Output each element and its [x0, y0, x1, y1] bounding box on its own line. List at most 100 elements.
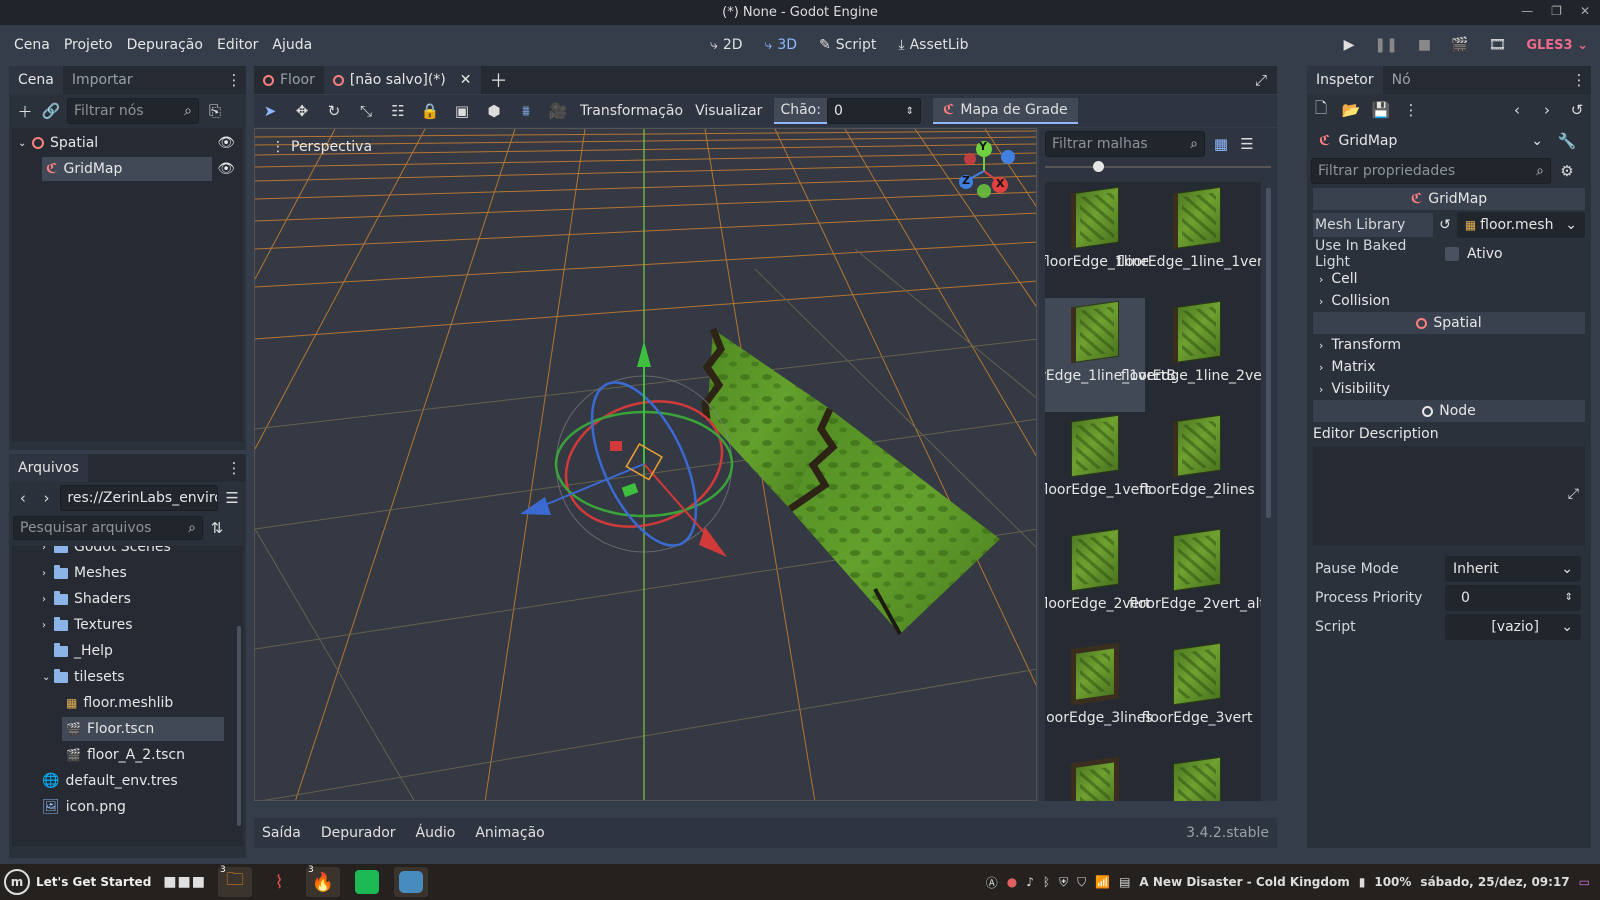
file-floor-meshlib[interactable]: ▦ floor.meshlib: [12, 690, 243, 716]
add-node-icon[interactable]: ＋: [15, 101, 35, 121]
bluetooth-icon[interactable]: ᛒ: [1043, 875, 1050, 889]
tab-floor-scene[interactable]: Floor: [254, 66, 324, 94]
link-icon[interactable]: 🔗: [41, 101, 61, 121]
tab-unsaved-scene[interactable]: [não salvo](*) ✕: [323, 66, 481, 94]
tab-output[interactable]: Saída: [262, 825, 301, 841]
property-settings-icon[interactable]: ⚙: [1557, 161, 1577, 181]
folder-textures[interactable]: › Textures: [12, 612, 243, 638]
more-icon[interactable]: ⋮: [1401, 100, 1421, 120]
list-view-icon[interactable]: ☰: [1237, 134, 1257, 154]
expand-arrow-icon[interactable]: ›: [42, 594, 54, 605]
menu-project[interactable]: Projeto: [57, 37, 120, 53]
tab-inspector[interactable]: Inspetor: [1307, 66, 1383, 94]
view-menu[interactable]: Visualizar: [695, 103, 762, 119]
workspace-3d-button[interactable]: ⤷ 3D: [765, 37, 798, 53]
path-input[interactable]: res://ZerinLabs_enviro: [60, 485, 219, 511]
camera-icon[interactable]: 🎥: [548, 101, 568, 121]
filter-properties-input[interactable]: Filtrar propriedades ⌕: [1311, 158, 1551, 184]
battery-icon[interactable]: ▮: [1359, 875, 1366, 889]
sort-icon[interactable]: ⇅: [207, 518, 227, 538]
menu-debug[interactable]: Depuração: [120, 37, 210, 53]
workspace-assetlib-button[interactable]: ⤓ AssetLib: [898, 37, 968, 53]
fullscreen-icon[interactable]: ⤢: [1251, 70, 1271, 90]
tab-node[interactable]: Nó: [1383, 66, 1420, 94]
folder-tilesets[interactable]: ⌄ tilesets: [12, 664, 243, 690]
back-icon[interactable]: ‹: [13, 488, 33, 508]
keyboard-layout-icon[interactable]: Ⓐ: [986, 874, 998, 891]
filter-meshes-input[interactable]: Filtrar malhas ⌕: [1045, 131, 1205, 157]
vpn-icon[interactable]: ⛉: [1077, 875, 1086, 890]
tab-debugger[interactable]: Depurador: [321, 825, 396, 841]
mesh-item[interactable]: floorEdge_2lines: [1139, 412, 1255, 526]
steam-icon[interactable]: ♪: [1026, 875, 1034, 889]
file-floor-a2-tscn[interactable]: 🎬 floor_A_2.tscn: [12, 742, 243, 768]
dock-menu-icon[interactable]: ⋮: [224, 458, 244, 478]
file-floor-tscn[interactable]: 🎬 Floor.tscn: [12, 716, 243, 742]
baked-light-checkbox[interactable]: Ativo: [1445, 246, 1503, 262]
object-selector[interactable]: ℭ GridMap ⌄: [1311, 128, 1551, 154]
file-tree-scrollbar[interactable]: [237, 626, 241, 826]
group-icon[interactable]: ▣: [452, 101, 472, 121]
start-menu-button[interactable]: m Let's Get Started: [0, 869, 151, 895]
mesh-item[interactable]: floorEdge_1vert: [1045, 412, 1151, 526]
move-tool-icon[interactable]: ✥: [292, 101, 312, 121]
filter-nodes-input[interactable]: Filtrar nós ⌕: [67, 98, 199, 124]
new-tab-icon[interactable]: ＋: [489, 70, 509, 92]
revert-icon[interactable]: ↺: [1439, 217, 1451, 233]
expand-arrow-icon[interactable]: ›: [42, 546, 54, 553]
forward-icon[interactable]: ›: [37, 488, 57, 508]
dock-menu-icon[interactable]: ⋮: [224, 70, 244, 90]
shield-icon[interactable]: ⛨: [1059, 875, 1068, 890]
history-forward-icon[interactable]: ›: [1537, 100, 1557, 120]
pause-icon[interactable]: ❚❚: [1374, 37, 1397, 53]
expand-arrow-icon[interactable]: ›: [42, 568, 54, 579]
taskbar-files-app[interactable]: 3 🗀: [217, 865, 252, 897]
mesh-item-selected[interactable]: floorEdge_1line_1vertB: [1045, 298, 1176, 412]
folder-meshes[interactable]: › Meshes: [12, 560, 243, 586]
editor-description-textarea[interactable]: ⤢: [1313, 446, 1585, 546]
scale-tool-icon[interactable]: ⤡: [356, 101, 376, 121]
mesh-item[interactable]: floorEdge_1line_1vertA: [1116, 184, 1261, 298]
grid-view-icon[interactable]: ▦: [1211, 134, 1231, 154]
mesh-item[interactable]: floorEdge_2vert_alt: [1129, 526, 1261, 640]
zoom-slider-handle[interactable]: [1093, 161, 1104, 172]
menu-help[interactable]: Ajuda: [265, 37, 319, 53]
process-priority-spinbox[interactable]: 0 ⇕: [1445, 584, 1581, 611]
script-selector[interactable]: [vazio] ⌄: [1445, 613, 1581, 640]
new-resource-icon[interactable]: 🗋: [1311, 99, 1331, 120]
tree-node-gridmap[interactable]: ℭ GridMap 👁: [12, 156, 243, 182]
mesh-grid-scrollbar[interactable]: [1266, 188, 1271, 518]
play-scene-icon[interactable]: 🎬: [1451, 37, 1468, 53]
file-icon-png[interactable]: 🖼 icon.png: [12, 794, 243, 820]
renderer-selector[interactable]: GLES3 ⌄: [1526, 38, 1588, 53]
transform-menu[interactable]: Transformação: [580, 103, 683, 119]
dock-menu-icon[interactable]: ⋮: [1569, 70, 1589, 90]
expand-icon[interactable]: ⤢: [1568, 486, 1579, 502]
spin-arrows-icon[interactable]: ⇕: [906, 106, 914, 117]
menu-scene[interactable]: Cena: [7, 37, 57, 53]
history-back-icon[interactable]: ‹: [1507, 100, 1527, 120]
wifi-icon[interactable]: 📶: [1095, 875, 1110, 889]
snap-icon[interactable]: ⩩: [516, 101, 536, 121]
local-space-icon[interactable]: ⬢: [484, 101, 504, 121]
folder-godot-scenes[interactable]: › Godot Scenes: [12, 546, 243, 560]
maximize-icon[interactable]: ❐: [1551, 4, 1562, 18]
tab-scene[interactable]: Cena: [9, 66, 63, 94]
save-icon[interactable]: 💾: [1371, 100, 1391, 120]
view-gizmo[interactable]: Y X Z: [956, 140, 1020, 201]
open-folder-icon[interactable]: 📂: [1341, 100, 1361, 120]
collapse-arrow-icon[interactable]: ⌄: [42, 672, 54, 683]
workspace-script-button[interactable]: ✎ Script: [819, 37, 876, 53]
update-icon[interactable]: ●: [1007, 875, 1017, 889]
tab-audio[interactable]: Áudio: [416, 825, 456, 841]
floor-spinbox[interactable]: 0 ⇕: [826, 98, 921, 124]
collapse-arrow-icon[interactable]: ⌄: [18, 138, 32, 149]
tab-import[interactable]: Importar: [63, 66, 142, 94]
instance-scene-icon[interactable]: ⎘: [205, 101, 225, 121]
zoom-slider[interactable]: [1045, 160, 1271, 174]
minimize-icon[interactable]: —: [1521, 4, 1533, 18]
perspective-menu[interactable]: ⋮ Perspectiva: [271, 139, 372, 155]
section-cell[interactable]: › Cell: [1313, 268, 1585, 290]
stop-icon[interactable]: ■: [1418, 37, 1431, 53]
list-select-icon[interactable]: ☷: [388, 101, 408, 121]
